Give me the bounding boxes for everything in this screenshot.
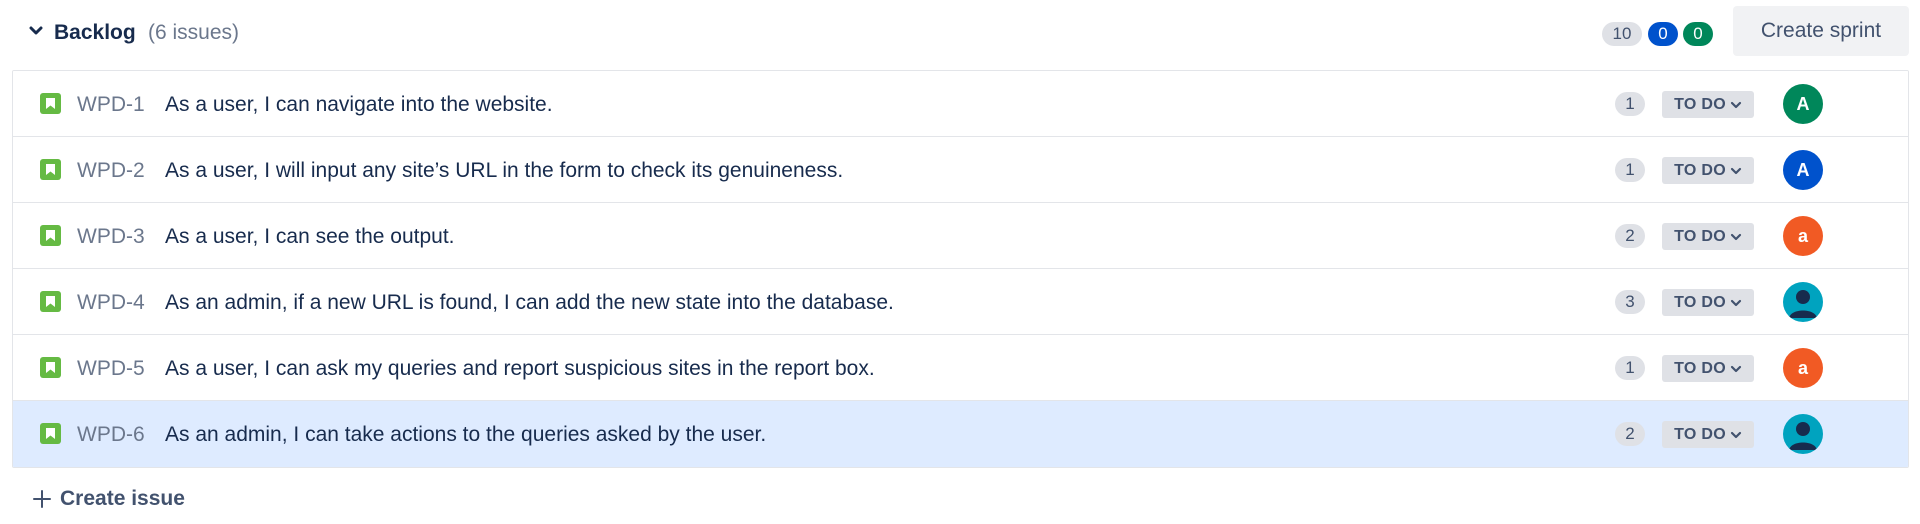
issue-row[interactable]: WPD-4 As an admin, if a new URL is found…	[13, 269, 1908, 335]
points-in-progress-badge: 0	[1648, 22, 1678, 46]
backlog-panel: Backlog (6 issues) 10 0 0 Create sprint …	[0, 0, 1920, 524]
assignee-avatar[interactable]: a	[1783, 348, 1823, 388]
chevron-down-icon	[1730, 167, 1742, 174]
issue-summary: As a user, I will input any site’s URL i…	[165, 159, 844, 182]
status-label: TO DO	[1674, 227, 1726, 245]
avatar-initial: A	[1796, 159, 1810, 180]
status-label: TO DO	[1674, 425, 1726, 443]
backlog-issue-count: (6 issues)	[148, 21, 240, 44]
points-todo-badge: 10	[1602, 22, 1642, 46]
status-label: TO DO	[1674, 95, 1726, 113]
issue-key[interactable]: WPD-3	[77, 225, 145, 249]
create-issue-button[interactable]: Create issue	[32, 484, 185, 514]
status-label: TO DO	[1674, 161, 1726, 179]
story-icon	[40, 357, 61, 378]
story-points-badge: 1	[1615, 158, 1645, 182]
assignee-avatar[interactable]	[1783, 414, 1823, 454]
issue-row[interactable]: WPD-6 As an admin, I can take actions to…	[13, 401, 1908, 467]
plus-icon	[33, 490, 51, 508]
story-points-badge: 2	[1615, 422, 1645, 446]
chevron-down-icon	[29, 26, 43, 35]
assignee-avatar[interactable]: a	[1783, 216, 1823, 256]
story-points-badge: 1	[1615, 356, 1645, 380]
status-label: TO DO	[1674, 359, 1726, 377]
issue-summary: As a user, I can see the output.	[165, 225, 455, 248]
status-dropdown[interactable]: TO DO	[1662, 421, 1754, 448]
issue-list: WPD-1 As a user, I can navigate into the…	[12, 70, 1909, 468]
status-dropdown[interactable]: TO DO	[1662, 223, 1754, 250]
issue-key[interactable]: WPD-5	[77, 357, 145, 381]
avatar-initial: a	[1797, 225, 1808, 246]
story-points-badge: 1	[1615, 92, 1645, 116]
status-label: TO DO	[1674, 293, 1726, 311]
status-dropdown[interactable]: TO DO	[1662, 157, 1754, 184]
chevron-down-icon	[1730, 101, 1742, 108]
story-points-badge: 2	[1615, 224, 1645, 248]
story-icon	[40, 291, 61, 312]
chevron-down-icon	[1730, 431, 1742, 438]
issue-summary: As a user, I can ask my queries and repo…	[165, 357, 875, 380]
issue-key[interactable]: WPD-1	[77, 93, 145, 117]
issue-row[interactable]: WPD-1 As a user, I can navigate into the…	[13, 71, 1908, 137]
chevron-down-icon	[1730, 365, 1742, 372]
points-done-badge: 0	[1683, 22, 1713, 46]
backlog-header: Backlog (6 issues) 10 0 0 Create sprint	[0, 0, 1920, 66]
status-dropdown[interactable]: TO DO	[1662, 91, 1754, 118]
issue-key[interactable]: WPD-6	[77, 423, 145, 447]
assignee-avatar[interactable]	[1783, 282, 1823, 322]
create-sprint-button[interactable]: Create sprint	[1733, 6, 1909, 56]
issue-key[interactable]: WPD-2	[77, 159, 145, 183]
story-icon	[40, 423, 61, 444]
issue-summary: As an admin, if a new URL is found, I ca…	[165, 291, 894, 314]
backlog-title: Backlog	[54, 21, 136, 44]
issue-summary: As an admin, I can take actions to the q…	[165, 423, 767, 446]
create-issue-label: Create issue	[60, 487, 185, 510]
chevron-down-icon	[1730, 233, 1742, 240]
avatar-initial: a	[1797, 357, 1808, 378]
user-icon	[1789, 422, 1817, 450]
status-dropdown[interactable]: TO DO	[1662, 289, 1754, 316]
chevron-down-icon	[1730, 299, 1742, 306]
issue-row[interactable]: WPD-2 As a user, I will input any site’s…	[13, 137, 1908, 203]
story-icon	[40, 225, 61, 246]
assignee-avatar[interactable]: A	[1783, 150, 1823, 190]
issue-row[interactable]: WPD-3 As a user, I can see the output. 2…	[13, 203, 1908, 269]
user-icon	[1789, 290, 1817, 318]
status-dropdown[interactable]: TO DO	[1662, 355, 1754, 382]
issue-row[interactable]: WPD-5 As a user, I can ask my queries an…	[13, 335, 1908, 401]
story-icon	[40, 93, 61, 114]
story-points-badge: 3	[1615, 290, 1645, 314]
collapse-toggle[interactable]	[26, 19, 46, 43]
issue-key[interactable]: WPD-4	[77, 291, 145, 315]
avatar-initial: A	[1796, 93, 1810, 114]
assignee-avatar[interactable]: A	[1783, 84, 1823, 124]
issue-summary: As a user, I can navigate into the websi…	[165, 93, 553, 116]
story-icon	[40, 159, 61, 180]
